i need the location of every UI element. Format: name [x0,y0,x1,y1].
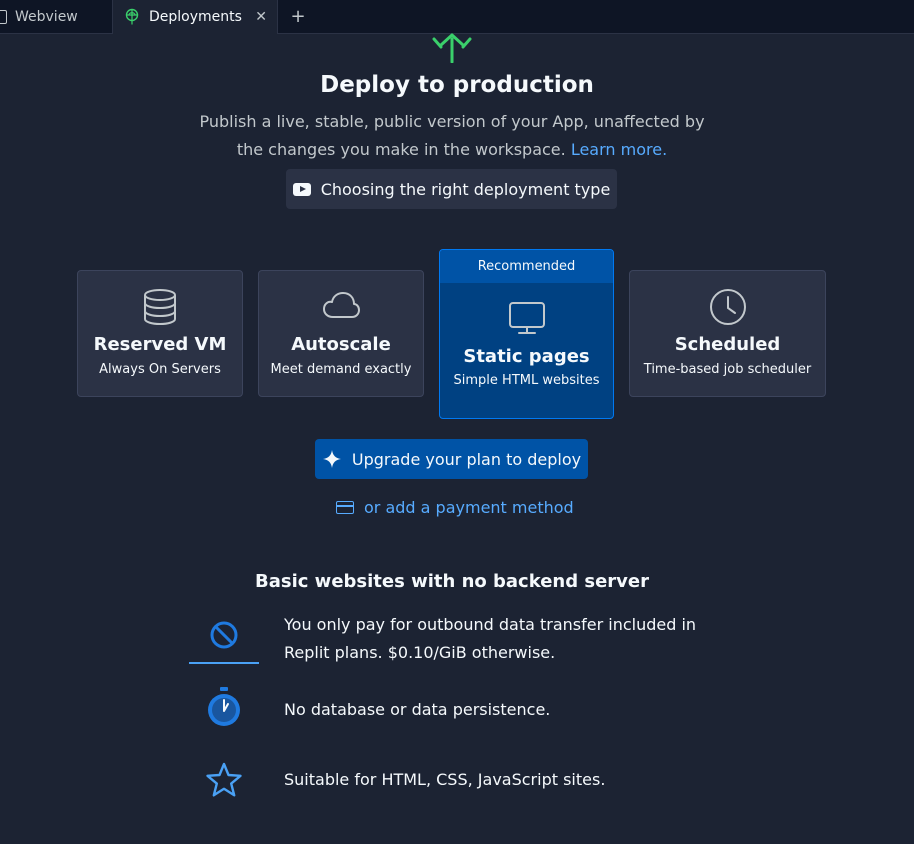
card-subtitle: Time-based job scheduler [643,362,812,377]
card-title: Autoscale [291,334,391,355]
feature-text: You only pay for outbound data transfer … [284,611,704,667]
feature-divider [189,662,259,664]
recommended-badge: Recommended [440,250,613,283]
database-icon [144,289,176,326]
stopwatch-icon [208,687,240,726]
card-title: Scheduled [674,334,781,355]
cloud-icon [323,292,360,318]
video-guide-label: Choosing the right deployment type [320,179,611,199]
feature-icon-wrap [189,686,259,728]
add-payment-link[interactable]: or add a payment method [336,498,574,517]
close-icon[interactable]: ✕ [255,9,267,25]
subtitle-line-1: Publish a live, stable, public version o… [199,112,705,131]
deploy-type-reserved-vm[interactable]: Reserved VM Always On Servers [77,270,243,397]
card-title: Static pages [463,346,590,367]
card-subtitle: Meet demand exactly [270,362,412,377]
deploy-type-static-pages[interactable]: Recommended Static pages Simple HTML web… [439,249,614,419]
plus-icon: + [290,6,306,27]
tab-label: Deployments [149,8,242,25]
youtube-icon [292,182,311,196]
feature-text: No database or data persistence. [284,696,704,724]
star-icon [206,762,242,797]
feature-line: No database or data persistence. [284,700,551,719]
learn-more-link[interactable]: Learn more. [571,140,667,159]
feature-line: You only pay for outbound data transfer … [284,615,697,634]
card-subtitle: Simple HTML websites [453,373,600,388]
tab-bar: Webview Deployments ✕ + [0,0,914,34]
monitor-icon [508,302,545,334]
deploy-type-autoscale[interactable]: Autoscale Meet demand exactly [258,270,424,397]
subtitle-line-2: the changes you make in the workspace. L… [190,136,714,164]
feature-line: Suitable for HTML, CSS, JavaScript sites… [284,770,606,789]
page-subtitle: Publish a live, stable, public version o… [190,108,714,164]
features-title: Basic websites with no backend server [255,571,649,592]
clock-icon [709,289,746,325]
deploy-type-scheduled[interactable]: Scheduled Time-based job scheduler [629,270,826,397]
tab-webview[interactable]: Webview [0,0,113,33]
upgrade-plan-label: Upgrade your plan to deploy [351,449,582,469]
add-payment-label: or add a payment method [364,498,574,517]
credit-card-icon [336,501,354,514]
card-title: Reserved VM [93,334,227,355]
add-tab-button[interactable]: + [278,0,318,33]
video-guide-button[interactable]: Choosing the right deployment type [286,169,617,209]
no-icon [210,621,238,649]
webview-icon [0,9,7,24]
feature-line: Replit plans. $0.10/GiB otherwise. [284,643,556,662]
deployments-icon [125,8,139,24]
subtitle-text: the changes you make in the workspace. [236,140,566,159]
page-title: Deploy to production [320,72,594,98]
deploy-icon [432,33,472,63]
sparkle-icon [322,450,341,468]
feature-icon-wrap [189,620,259,650]
feature-text: Suitable for HTML, CSS, JavaScript sites… [284,766,704,794]
feature-icon-wrap [189,761,259,799]
tab-label: Webview [15,8,78,25]
tab-deployments[interactable]: Deployments ✕ [113,0,278,34]
upgrade-plan-button[interactable]: Upgrade your plan to deploy [315,439,588,479]
card-subtitle: Always On Servers [99,362,221,377]
